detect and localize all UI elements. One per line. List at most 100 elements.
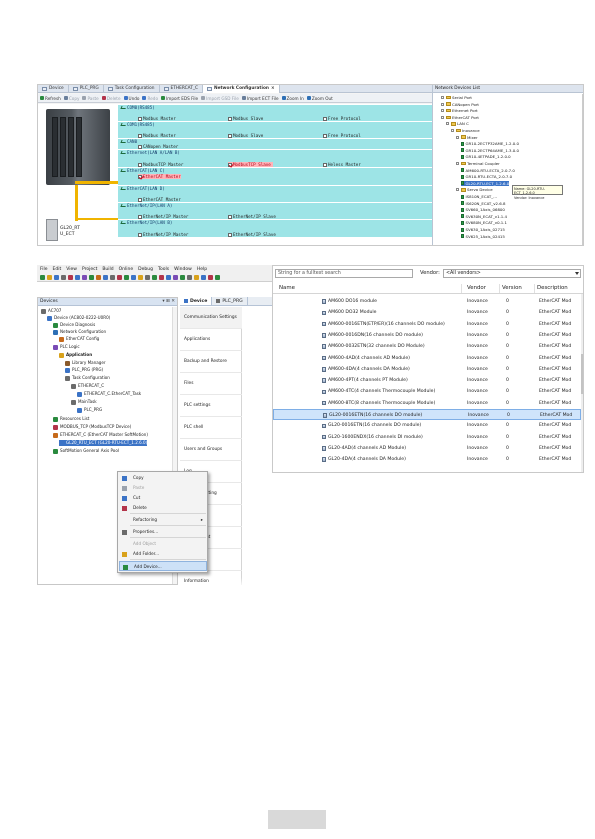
network-device-item[interactable]: SV630_1Axis_02715: [461, 227, 505, 232]
protocol-checkbox[interactable]: [138, 116, 142, 121]
editor-tab[interactable]: Task Configuration: [104, 85, 160, 93]
column-description[interactable]: Description: [537, 283, 568, 294]
device-tree-item[interactable]: PLC Logic: [53, 344, 80, 350]
toolbar-icon[interactable]: [159, 274, 164, 280]
network-device-item[interactable]: Terminal Coupler: [456, 161, 500, 166]
fulltext-search-input[interactable]: String for a fulltext search: [275, 269, 413, 278]
protocol-option[interactable]: ModbusTCP Slave: [228, 162, 273, 167]
expand-icon[interactable]: [456, 162, 459, 165]
network-device-item[interactable]: GR10-RTU-ECTA_2.0.7.0: [461, 174, 512, 179]
device-tree-item[interactable]: EtherCAT Config: [59, 336, 99, 342]
device-settings-item[interactable]: Information: [180, 571, 242, 585]
protocol-checkbox[interactable]: [138, 197, 142, 202]
protocol-checkbox[interactable]: [228, 232, 232, 237]
device-tree-item[interactable]: AC707: [41, 308, 61, 314]
protocol-checkbox[interactable]: [228, 116, 232, 121]
toolbar-icon[interactable]: [40, 274, 45, 280]
protocol-checkbox[interactable]: [138, 162, 142, 167]
protocol-checkbox[interactable]: [138, 133, 142, 138]
context-menu-item[interactable]: Delete: [119, 503, 207, 513]
network-device-item[interactable]: AM600-RTU-ECTA_2.0.7.0: [461, 168, 515, 173]
device-settings-item[interactable]: Communication Settings: [180, 307, 242, 329]
toolbar-button[interactable]: Redo: [142, 96, 158, 101]
context-menu-item[interactable]: Add Device...: [119, 561, 207, 571]
toolbar-icon[interactable]: [117, 274, 122, 280]
device-settings-item[interactable]: Backup and Restore: [180, 351, 242, 373]
network-device-item[interactable]: LAN C: [446, 121, 469, 126]
column-version[interactable]: Version: [502, 283, 522, 294]
toolbar-icon[interactable]: [145, 274, 150, 280]
catalog-row[interactable]: AM600-0016DN(16 channels DO module) Inova…: [273, 330, 581, 341]
catalog-row[interactable]: AM600-4TC(4 channels Thermocouple Module…: [273, 386, 581, 397]
device-settings-item[interactable]: Files: [180, 373, 242, 395]
catalog-row[interactable]: AM600-4AD(4 channels AD Module) Inovance 0…: [273, 353, 581, 364]
toolbar-icon[interactable]: [180, 274, 185, 280]
device-settings-item[interactable]: PLC shell: [180, 417, 242, 439]
protocol-checkbox[interactable]: [138, 174, 142, 179]
device-settings-item[interactable]: Users and Groups: [180, 439, 242, 461]
toolbar-icon[interactable]: [82, 274, 87, 280]
protocol-option[interactable]: Free Protocol: [323, 133, 361, 138]
network-device-item[interactable]: EtherCAT Port: [441, 115, 479, 120]
network-device-item[interactable]: SV660_1Axis_06800: [461, 207, 505, 212]
protocol-checkbox[interactable]: [323, 133, 327, 138]
toolbar-icon[interactable]: [208, 274, 213, 280]
protocol-option[interactable]: Modbus Master: [138, 133, 176, 138]
network-device-item[interactable]: GL20-RTU-ECT_1.2.6.0: [461, 180, 510, 186]
toolbar-button[interactable]: Zoom Out: [306, 96, 333, 101]
menu-item[interactable]: View: [66, 267, 77, 272]
editor-tab[interactable]: Device: [180, 297, 213, 305]
context-menu-item[interactable]: Refactoring ▸: [119, 515, 207, 525]
menu-item[interactable]: Tools: [158, 267, 169, 272]
menu-item[interactable]: Build: [102, 267, 113, 272]
protocol-option[interactable]: Modbus Slave: [228, 133, 263, 138]
protocol-option[interactable]: EtherNet/IP Slave: [228, 214, 276, 219]
device-tree-item[interactable]: ETHERCAT_C: [71, 383, 104, 389]
catalog-scrollbar[interactable]: [581, 294, 583, 472]
expand-icon[interactable]: [441, 109, 444, 113]
toolbar-button[interactable]: Undo: [123, 96, 139, 101]
network-device-item[interactable]: Servo Device: [456, 187, 493, 192]
catalog-row[interactable]: AM600-0032ETN(32 channels DO Module) Inov…: [273, 341, 581, 352]
tree-scrollbar[interactable]: [582, 94, 583, 245]
editor-tab[interactable]: PLC_PRG: [212, 297, 248, 305]
protocol-option[interactable]: Modbus Master: [138, 116, 176, 121]
protocol-option[interactable]: Modbus Slave: [228, 116, 263, 121]
expand-icon[interactable]: [456, 188, 459, 192]
context-menu-item[interactable]: Cut: [119, 493, 207, 503]
expand-icon[interactable]: [446, 122, 449, 126]
toolbar-button[interactable]: Copy: [63, 96, 79, 101]
rtu-device-image[interactable]: [46, 219, 58, 241]
device-tree-item[interactable]: Network Configuration: [53, 329, 106, 335]
protocol-option[interactable]: EtherCAT Master: [138, 174, 181, 179]
context-menu-item[interactable]: Copy: [119, 473, 207, 483]
network-device-item[interactable]: SV625_1Axis_02415: [461, 234, 505, 239]
column-vendor[interactable]: Vendor: [467, 283, 486, 294]
catalog-row[interactable]: AM600-4DA(4 channels DA Module) Inovance 0…: [273, 364, 581, 375]
toolbar-icon[interactable]: [166, 274, 171, 280]
menu-item[interactable]: Project: [82, 267, 97, 272]
toolbar-icon[interactable]: [110, 274, 115, 280]
device-settings-item[interactable]: Applications: [180, 329, 242, 351]
device-tree-item[interactable]: SoftMotion General Axis Pool: [53, 448, 119, 454]
device-tree-item[interactable]: MODBUS_TCP (ModbusTCP Device): [53, 424, 131, 430]
toolbar-button[interactable]: Import EDS File: [161, 96, 198, 101]
toolbar-icon[interactable]: [103, 274, 108, 280]
toolbar-icon[interactable]: [54, 274, 59, 280]
column-name[interactable]: Name: [279, 283, 295, 294]
catalog-row[interactable]: AM600 DO16 module Inovance 0 EtherCAT Mod: [273, 296, 581, 307]
network-device-item[interactable]: SV680N_ECAT_v0.1.1: [461, 220, 507, 225]
expand-icon[interactable]: [441, 102, 444, 106]
device-tree-item[interactable]: GL20_RTU_ECT (GL20-RTU-ECT_1.2.6.0): [59, 440, 148, 446]
toolbar-icon[interactable]: [187, 274, 192, 280]
toolbar-button[interactable]: Zoom In: [281, 96, 304, 101]
toolbar-icon[interactable]: [201, 274, 206, 280]
catalog-row[interactable]: GL20-1600ENDX(16 channels DI module) Inov…: [273, 432, 581, 443]
device-tree-item[interactable]: PLC_PRG: [77, 407, 102, 413]
catalog-row[interactable]: AM600-4PT(4 channels PT Module) Inovance 0…: [273, 375, 581, 386]
editor-tab[interactable]: PLC_PRG: [69, 85, 104, 93]
protocol-checkbox[interactable]: [138, 232, 142, 237]
menu-item[interactable]: File: [40, 267, 48, 272]
protocol-option[interactable]: EtherNet/IP Master: [138, 232, 188, 237]
device-tree-item[interactable]: ETHERCAT_C (EtherCAT Master SoftMotion): [53, 432, 148, 438]
